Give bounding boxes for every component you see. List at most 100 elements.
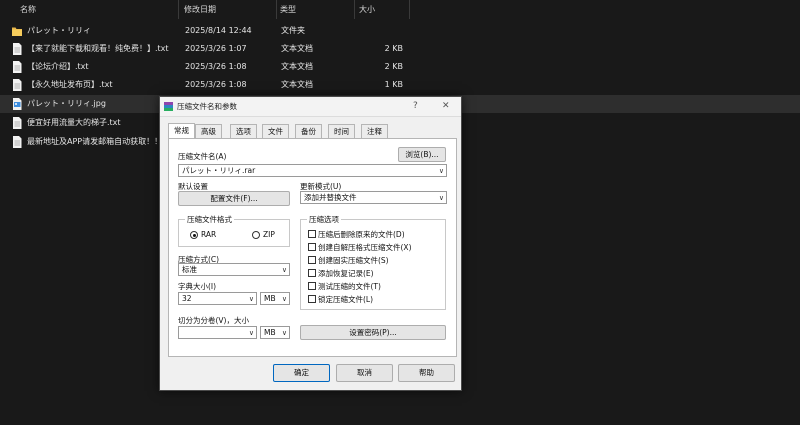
archive-name-label: 压缩文件名(A): [178, 152, 227, 161]
chevron-down-icon[interactable]: ∨: [282, 295, 287, 303]
file-name: 便宜好用流量大的梯子.txt: [27, 118, 121, 127]
delete-after-checkbox[interactable]: [308, 230, 316, 238]
folder-icon: [12, 27, 22, 36]
file-name: 【永久地址发布页】.txt: [27, 80, 113, 89]
dictionary-label: 字典大小(I): [178, 282, 217, 291]
file-type: 文本文档: [281, 80, 313, 89]
file-type: 文件夹: [281, 26, 305, 35]
sfx-checkbox[interactable]: [308, 243, 316, 251]
help-button[interactable]: 帮助: [398, 364, 455, 382]
text-file-icon: [13, 43, 22, 55]
file-type: 文本文档: [281, 62, 313, 71]
profiles-button[interactable]: 配置文件(F)...: [178, 191, 290, 206]
tab-options[interactable]: 选项: [230, 124, 257, 138]
column-divider[interactable]: [178, 0, 179, 19]
dictionary-unit-select[interactable]: MB ∨: [260, 292, 290, 305]
explorer-column-header: 名称 修改日期 类型 大小: [0, 0, 800, 19]
chevron-down-icon[interactable]: ∨: [439, 167, 444, 175]
tab-panel-general: 压缩文件名(A) 浏览(B)... パレット・リリィ.rar ∨ 默认设置 配置…: [168, 138, 457, 357]
file-size: 2 KB: [384, 44, 403, 53]
file-row[interactable]: 【永久地址发布页】.txt 2025/3/26 1:08 文本文档 1 KB: [0, 76, 800, 94]
ok-button[interactable]: 确定: [273, 364, 330, 382]
compression-options-group: 压缩选项 压缩后删除原来的文件(D) 创建自解压格式压缩文件(X) 创建固实压缩…: [300, 214, 446, 310]
method-value: 标准: [182, 265, 197, 274]
format-zip-radio[interactable]: [252, 231, 260, 239]
option-label: 添加恢复记录(E): [318, 269, 374, 278]
file-row[interactable]: 【来了就能下载和观看！纯免费！】.txt 2025/3/26 1:07 文本文档…: [0, 40, 800, 58]
column-divider[interactable]: [409, 0, 410, 19]
format-group: 压缩文件格式 RAR ZIP: [178, 214, 290, 247]
tab-comment[interactable]: 注释: [361, 124, 388, 138]
recovery-record-checkbox[interactable]: [308, 269, 316, 277]
file-name: パレット・リリィ.jpg: [27, 99, 106, 108]
close-icon[interactable]: ✕: [442, 97, 450, 116]
file-size: 1 KB: [384, 80, 403, 89]
solid-checkbox[interactable]: [308, 256, 316, 264]
tab-files[interactable]: 文件: [262, 124, 289, 138]
file-type: 文本文档: [281, 44, 313, 53]
dialog-title: 压缩文件名和参数: [177, 102, 237, 111]
split-unit-value: MB: [264, 328, 276, 337]
tab-advanced[interactable]: 高级: [195, 124, 222, 138]
options-group-title: 压缩选项: [307, 214, 341, 225]
file-date: 2025/8/14 12:44: [185, 26, 252, 35]
chevron-down-icon[interactable]: ∨: [439, 194, 444, 202]
column-type[interactable]: 类型: [280, 0, 296, 19]
option-label: 创建自解压格式压缩文件(X): [318, 243, 412, 252]
option-label: 测试压缩的文件(T): [318, 282, 381, 291]
file-date: 2025/3/26 1:07: [185, 44, 247, 53]
split-size-combo[interactable]: ∨: [178, 326, 257, 339]
split-volumes-label: 切分为分卷(V)，大小: [178, 316, 249, 325]
column-name[interactable]: 名称: [20, 0, 36, 19]
file-name: パレット・リリィ: [27, 26, 91, 35]
chevron-down-icon[interactable]: ∨: [249, 329, 254, 337]
column-date[interactable]: 修改日期: [184, 0, 216, 19]
update-mode-value: 添加并替换文件: [304, 193, 357, 202]
column-divider[interactable]: [276, 0, 277, 19]
column-size[interactable]: 大小: [359, 0, 375, 19]
text-file-icon: [13, 79, 22, 91]
tab-backup[interactable]: 备份: [295, 124, 322, 138]
file-name: 【来了就能下载和观看！纯免费！】.txt: [27, 44, 169, 53]
winrar-icon: [164, 102, 173, 111]
file-row[interactable]: 【论坛介绍】.txt 2025/3/26 1:08 文本文档 2 KB: [0, 58, 800, 76]
file-size: 2 KB: [384, 62, 403, 71]
option-label: 锁定压缩文件(L): [318, 295, 374, 304]
dictionary-value: 32: [182, 294, 192, 303]
browse-button[interactable]: 浏览(B)...: [398, 147, 446, 162]
chevron-down-icon[interactable]: ∨: [282, 266, 287, 274]
tab-general[interactable]: 常规: [168, 123, 195, 138]
format-rar-radio[interactable]: [190, 231, 198, 239]
set-password-button[interactable]: 设置密码(P)...: [300, 325, 446, 340]
split-unit-select[interactable]: MB ∨: [260, 326, 290, 339]
file-date: 2025/3/26 1:08: [185, 62, 247, 71]
image-file-icon: [13, 98, 22, 110]
lock-archive-checkbox[interactable]: [308, 295, 316, 303]
format-zip-label: ZIP: [263, 230, 275, 239]
help-icon[interactable]: ?: [413, 97, 418, 116]
text-file-icon: [13, 117, 22, 129]
format-group-title: 压缩文件格式: [185, 214, 234, 225]
option-label: 创建固实压缩文件(S): [318, 256, 389, 265]
file-name: 最新地址及APP请发邮箱自动获取！！: [27, 137, 163, 146]
archive-name-combo[interactable]: パレット・リリィ.rar ∨: [178, 164, 447, 177]
dictionary-unit-value: MB: [264, 294, 276, 303]
chevron-down-icon[interactable]: ∨: [249, 295, 254, 303]
update-mode-select[interactable]: 添加并替换文件 ∨: [300, 191, 447, 204]
chevron-down-icon[interactable]: ∨: [282, 329, 287, 337]
column-divider[interactable]: [354, 0, 355, 19]
dictionary-select[interactable]: 32 ∨: [178, 292, 257, 305]
method-select[interactable]: 标准 ∨: [178, 263, 290, 276]
text-file-icon: [13, 61, 22, 73]
test-files-checkbox[interactable]: [308, 282, 316, 290]
format-rar-label: RAR: [201, 230, 217, 239]
file-date: 2025/3/26 1:08: [185, 80, 247, 89]
archive-options-dialog: 压缩文件名和参数 ? ✕ 常规 高级 选项 文件 备份 时间 注释 压缩文件名(…: [159, 96, 462, 391]
file-row[interactable]: パレット・リリィ 2025/8/14 12:44 文件夹: [0, 22, 800, 40]
cancel-button[interactable]: 取消: [336, 364, 393, 382]
text-file-icon: [13, 136, 22, 148]
dialog-titlebar[interactable]: 压缩文件名和参数 ? ✕: [160, 97, 461, 117]
tab-time[interactable]: 时间: [328, 124, 355, 138]
file-name: 【论坛介绍】.txt: [27, 62, 89, 71]
archive-name-value: パレット・リリィ.rar: [182, 166, 256, 175]
